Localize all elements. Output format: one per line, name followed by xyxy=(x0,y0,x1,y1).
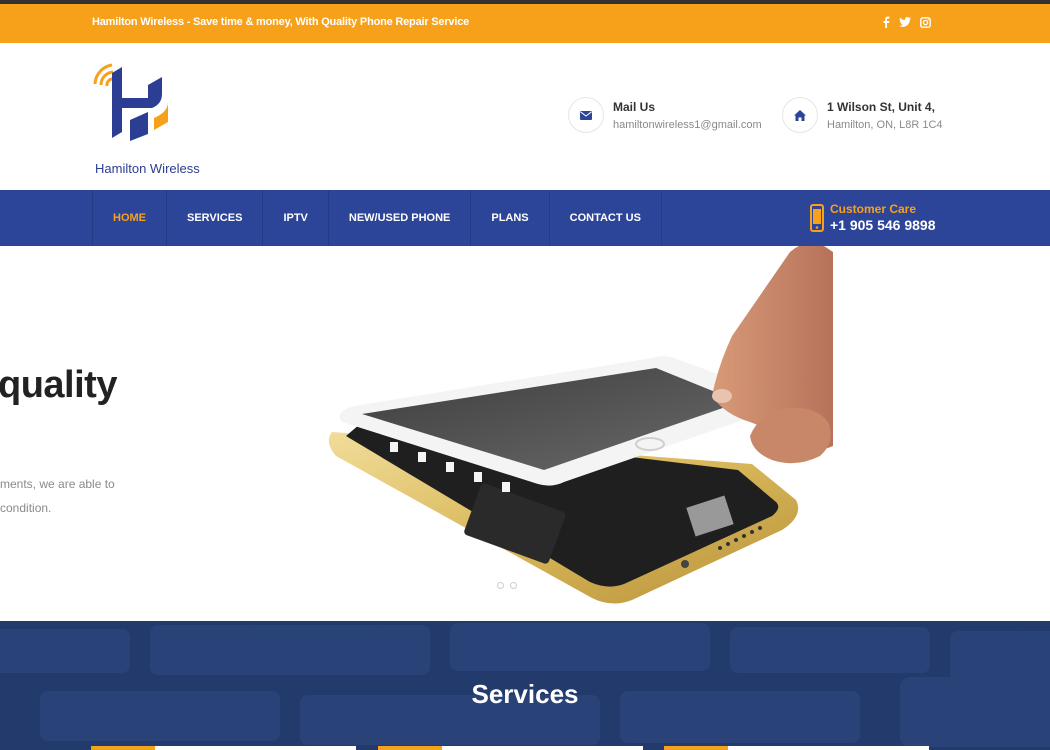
service-card[interactable] xyxy=(378,746,643,750)
mobile-phone-icon xyxy=(810,204,824,237)
hero-slider: quality ments, we are able to condition. xyxy=(0,246,1050,621)
customer-care: Customer Care +1 905 546 9898 xyxy=(810,202,936,237)
mail-address[interactable]: hamiltonwireless1@gmail.com xyxy=(613,118,762,132)
slider-dot[interactable] xyxy=(497,582,504,589)
logo[interactable]: Hamilton Wireless xyxy=(92,58,212,183)
nav-menu: HOME SERVICES IPTV NEW/USED PHONE PLANS … xyxy=(92,190,662,246)
slider-dots xyxy=(497,582,517,589)
nav-item-home[interactable]: HOME xyxy=(93,190,167,246)
instagram-icon[interactable] xyxy=(918,15,932,29)
customer-care-title: Customer Care xyxy=(830,202,917,216)
nav-item-plans[interactable]: PLANS xyxy=(471,190,550,246)
envelope-icon xyxy=(568,97,604,133)
main-nav: HOME SERVICES IPTV NEW/USED PHONE PLANS … xyxy=(0,190,1050,246)
card-accent xyxy=(91,746,155,750)
mail-title: Mail Us xyxy=(613,100,656,114)
services-section: Services xyxy=(0,621,1050,750)
logo-mark-icon xyxy=(93,63,168,141)
hero-text: ments, we are able to condition. xyxy=(0,472,115,520)
address-block: 1 Wilson St, Unit 4, Hamilton, ON, L8R 1… xyxy=(782,96,943,133)
address-line2: Hamilton, ON, L8R 1C4 xyxy=(827,119,943,131)
card-accent xyxy=(378,746,442,750)
tagline: Hamilton Wireless - Save time & money, W… xyxy=(92,16,470,28)
nav-item-new-used-phone[interactable]: NEW/USED PHONE xyxy=(329,190,472,246)
top-bar: Hamilton Wireless - Save time & money, W… xyxy=(0,4,1050,43)
address-line1: 1 Wilson St, Unit 4, xyxy=(827,100,935,114)
twitter-icon[interactable] xyxy=(898,15,912,29)
logo-text: Hamilton Wireless xyxy=(95,161,200,176)
service-card[interactable] xyxy=(664,746,929,750)
hero-heading: quality xyxy=(0,364,117,406)
home-icon xyxy=(782,97,818,133)
header: Hamilton Wireless Mail Us hamiltonwirele… xyxy=(0,43,1050,190)
services-title: Services xyxy=(471,679,579,709)
service-card[interactable] xyxy=(91,746,356,750)
card-accent xyxy=(664,746,728,750)
customer-care-phone[interactable]: +1 905 546 9898 xyxy=(830,216,936,234)
hero-text-line-2: condition. xyxy=(0,501,52,515)
slider-dot[interactable] xyxy=(510,582,517,589)
mail-block: Mail Us hamiltonwireless1@gmail.com xyxy=(568,96,762,133)
nav-item-contact-us[interactable]: CONTACT US xyxy=(550,190,662,246)
facebook-icon[interactable] xyxy=(879,15,893,29)
nav-item-services[interactable]: SERVICES xyxy=(167,190,264,246)
phone-repair-image xyxy=(328,246,833,604)
hero-text-line-1: ments, we are able to xyxy=(0,477,115,491)
nav-item-iptv[interactable]: IPTV xyxy=(263,190,329,246)
